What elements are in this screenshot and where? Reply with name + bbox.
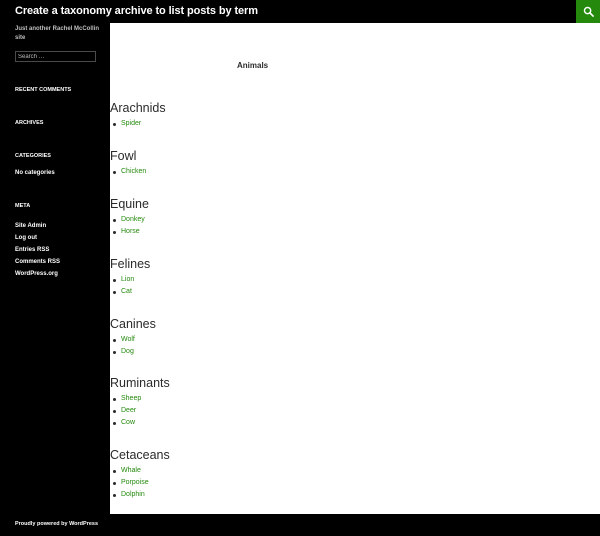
list-item: Wolf	[110, 334, 156, 346]
list-item: Porpoise	[110, 477, 170, 489]
site-title[interactable]: Create a taxonomy archive to list posts …	[15, 5, 258, 17]
term-section-felines: Felines Lion Cat	[110, 257, 150, 298]
list-item: Dog	[110, 346, 156, 358]
post-link[interactable]: Sheep	[121, 395, 141, 402]
post-link[interactable]: Dog	[121, 348, 134, 355]
term-heading: Equine	[110, 197, 149, 211]
post-link[interactable]: Chicken	[121, 168, 146, 175]
list-item: Sheep	[110, 393, 170, 405]
site-footer: Proudly powered by WordPress	[0, 514, 600, 536]
post-link[interactable]: Wolf	[121, 336, 135, 343]
meta-link-comments-rss[interactable]: Comments RSS	[15, 256, 60, 268]
meta-link-site-admin[interactable]: Site Admin	[15, 220, 60, 232]
post-list: Lion Cat	[110, 274, 150, 298]
site-header: Create a taxonomy archive to list posts …	[0, 0, 600, 23]
main-content: Animals Arachnids Spider Fowl Chicken Eq…	[110, 23, 600, 514]
meta-link-wordpress-org[interactable]: WordPress.org	[15, 268, 60, 280]
post-list: Wolf Dog	[110, 334, 156, 358]
post-link[interactable]: Deer	[121, 407, 136, 414]
post-link[interactable]: Spider	[121, 120, 141, 127]
term-section-cetaceans: Cetaceans Whale Porpoise Dolphin	[110, 448, 170, 501]
post-link[interactable]: Horse	[121, 228, 140, 235]
list-item: Whale	[110, 465, 170, 477]
archives-heading: Archives	[15, 120, 44, 126]
term-section-fowl: Fowl Chicken	[110, 149, 146, 178]
list-item: Dolphin	[110, 489, 170, 501]
list-item: Lion	[110, 274, 150, 286]
list-item: Chicken	[110, 166, 146, 178]
post-list: Spider	[110, 118, 166, 130]
meta-heading: Meta	[15, 203, 31, 209]
post-link[interactable]: Whale	[121, 467, 141, 474]
term-section-ruminants: Ruminants Sheep Deer Cow	[110, 376, 170, 429]
list-item: Spider	[110, 118, 166, 130]
post-link[interactable]: Cow	[121, 419, 135, 426]
term-heading: Fowl	[110, 149, 137, 163]
search-icon	[583, 6, 594, 17]
meta-link-entries-rss[interactable]: Entries RSS	[15, 244, 60, 256]
search-toggle-button[interactable]	[576, 0, 600, 23]
post-list: Chicken	[110, 166, 146, 178]
search-input[interactable]	[15, 51, 96, 62]
term-heading: Cetaceans	[110, 448, 170, 462]
post-link[interactable]: Donkey	[121, 216, 145, 223]
post-list: Donkey Horse	[110, 214, 149, 238]
list-item: Deer	[110, 405, 170, 417]
meta-links-list: Site Admin Log out Entries RSS Comments …	[15, 220, 60, 280]
meta-link-log-out[interactable]: Log out	[15, 232, 60, 244]
post-link[interactable]: Porpoise	[121, 479, 149, 486]
post-link[interactable]: Cat	[121, 288, 132, 295]
list-item: Horse	[110, 226, 149, 238]
recent-comments-heading: Recent Comments	[15, 87, 72, 93]
post-link[interactable]: Lion	[121, 276, 134, 283]
list-item: Cat	[110, 286, 150, 298]
post-list: Sheep Deer Cow	[110, 393, 170, 429]
term-heading: Canines	[110, 317, 156, 331]
archive-title: Animals	[237, 61, 269, 70]
site-tagline: Just another Rachel McCollin site	[15, 26, 100, 41]
term-heading: Ruminants	[110, 376, 170, 390]
post-link[interactable]: Dolphin	[121, 491, 145, 498]
categories-heading: Categories	[15, 153, 51, 159]
term-heading: Felines	[110, 257, 151, 271]
term-section-canines: Canines Wolf Dog	[110, 317, 156, 358]
post-list: Whale Porpoise Dolphin	[110, 465, 170, 501]
footer-credit-link[interactable]: Proudly powered by WordPress	[15, 521, 98, 527]
sidebar: Just another Rachel McCollin site Recent…	[0, 23, 110, 514]
term-section-arachnids: Arachnids Spider	[110, 101, 166, 130]
list-item: Donkey	[110, 214, 149, 226]
term-heading: Arachnids	[110, 101, 166, 115]
term-section-equine: Equine Donkey Horse	[110, 197, 149, 238]
categories-empty-text: No categories	[15, 170, 55, 176]
list-item: Cow	[110, 417, 170, 429]
